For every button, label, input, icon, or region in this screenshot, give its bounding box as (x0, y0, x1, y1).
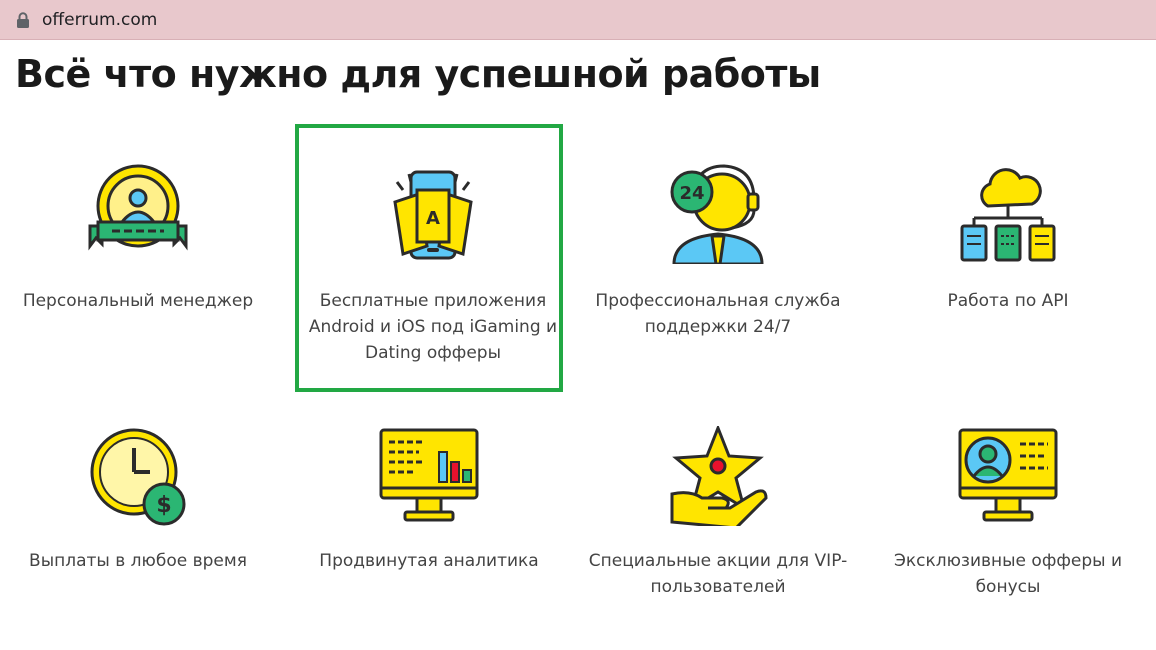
svg-text:A: A (426, 208, 440, 229)
feature-payouts: $ Выплаты в любое время (4, 382, 272, 650)
analytics-monitor-icon (379, 428, 479, 522)
feature-label: Специальные акции для VIP-пользователей (588, 551, 848, 597)
manager-badge-icon (88, 164, 188, 251)
clock-dollar-icon: $ (90, 428, 186, 526)
address-bar[interactable]: offerrum.com (0, 0, 1156, 40)
feature-label: Персональный менеджер (22, 291, 254, 311)
feature-manager: Персональный менеджер (4, 124, 272, 392)
feature-label: Профессиональная служба поддержки 24/7 (595, 291, 841, 337)
feature-apps: A Бесплатные приложения Android и iOS по… (295, 124, 563, 392)
feature-label: Работа по API (947, 291, 1069, 311)
feature-analytics: Продвинутая аналитика (295, 382, 563, 650)
feature-support: 24 Профессиональная служба поддержки 24/… (584, 124, 852, 392)
feature-api: Работа по API (874, 124, 1142, 392)
lock-icon (17, 12, 29, 28)
feature-label: Эксклюзивные офферы и бонусы (893, 551, 1123, 597)
star-hand-icon (670, 426, 768, 526)
exclusive-monitor-icon (958, 428, 1058, 522)
cloud-api-icon (960, 168, 1056, 262)
feature-exclusive: Эксклюзивные офферы и бонусы (874, 382, 1142, 650)
svg-text:$: $ (156, 493, 171, 518)
feature-label: Бесплатные приложения Android и iOS под … (308, 291, 558, 363)
feature-vip: Специальные акции для VIP-пользователей (584, 382, 852, 650)
page-title: Всё что нужно для успешной работы (15, 52, 821, 96)
phone-cards-icon: A (393, 170, 473, 260)
feature-label: Продвинутая аналитика (319, 551, 539, 571)
support-24-icon: 24 (670, 164, 764, 264)
svg-text:24: 24 (679, 183, 704, 204)
url-text[interactable]: offerrum.com (42, 10, 157, 30)
feature-label: Выплаты в любое время (29, 551, 247, 571)
